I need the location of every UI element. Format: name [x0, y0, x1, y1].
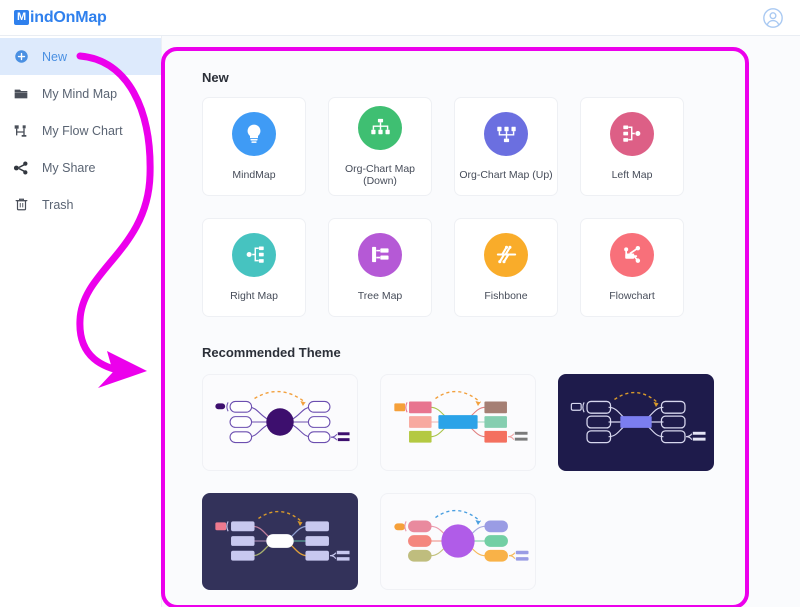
theme-card-pastel-purple[interactable] — [380, 493, 536, 590]
sidebar-item-my-mind-map[interactable]: My Mind Map — [0, 75, 161, 112]
template-card-label: Tree Map — [357, 289, 403, 302]
sidebar-item-label: My Share — [42, 160, 96, 175]
sidebar-item-label: New — [42, 49, 68, 64]
template-card-flowchart[interactable]: Flowchart — [580, 218, 684, 317]
template-card-label: Org-Chart Map (Up) — [459, 168, 553, 181]
template-card-label: MindMap — [232, 168, 276, 181]
sidebar-item-my-share[interactable]: My Share — [0, 149, 161, 186]
folder-icon — [12, 85, 30, 103]
template-card-label: Left Map — [611, 168, 653, 181]
sidebar-item-label: My Mind Map — [42, 86, 118, 101]
template-card-left-map[interactable]: Left Map — [580, 97, 684, 196]
template-card-org-chart-up[interactable]: Org-Chart Map (Up) — [454, 97, 558, 196]
sidebar-item-label: Trash — [42, 197, 74, 212]
content-area: New MindMap Org-Chart Map (Down) Org-Cha… — [162, 36, 800, 607]
template-card-grid: MindMap Org-Chart Map (Down) Org-Chart M… — [202, 97, 800, 317]
theme-card-purple-light[interactable] — [202, 374, 358, 471]
app-header: MindOnMap — [0, 0, 800, 36]
sidebar-item-label: My Flow Chart — [42, 123, 123, 138]
template-card-tree-map[interactable]: Tree Map — [328, 218, 432, 317]
recommended-theme-title: Recommended Theme — [202, 345, 341, 360]
flow-chart-icon — [12, 122, 30, 140]
theme-card-grid — [202, 374, 800, 590]
template-card-fishbone[interactable]: Fishbone — [454, 218, 558, 317]
right-map-icon — [232, 232, 276, 277]
org-chart-down-icon — [358, 105, 402, 150]
user-circle-icon[interactable] — [762, 7, 784, 29]
share-icon — [12, 159, 30, 177]
flowchart-icon — [610, 232, 654, 277]
trash-icon — [12, 196, 30, 214]
template-card-org-chart-down[interactable]: Org-Chart Map (Down) — [328, 97, 432, 196]
theme-card-dark-lavender[interactable] — [202, 493, 358, 590]
sidebar-item-trash[interactable]: Trash — [0, 186, 161, 223]
sidebar: New My Mind Map My Flow Chart My Share T… — [0, 36, 162, 607]
app-logo[interactable]: MindOnMap — [14, 9, 107, 27]
template-card-label: Org-Chart Map (Down) — [344, 162, 416, 187]
sidebar-item-my-flow-chart[interactable]: My Flow Chart — [0, 112, 161, 149]
template-card-mindmap[interactable]: MindMap — [202, 97, 306, 196]
logo-badge: M — [14, 10, 29, 25]
tree-map-icon — [358, 232, 402, 277]
app-window: MindOnMap New My Mind Map My Flow Chart … — [0, 0, 800, 607]
template-card-label: Fishbone — [484, 289, 528, 302]
lightbulb-icon — [232, 111, 276, 156]
left-map-icon — [610, 111, 654, 156]
plus-circle-icon — [12, 48, 30, 66]
theme-card-dark-blue[interactable] — [558, 374, 714, 471]
sidebar-item-new[interactable]: New — [0, 38, 161, 75]
template-card-label: Flowchart — [609, 289, 655, 302]
template-card-right-map[interactable]: Right Map — [202, 218, 306, 317]
org-chart-up-icon — [484, 111, 528, 156]
template-card-label: Right Map — [230, 289, 278, 302]
logo-text: indOnMap — [30, 8, 107, 26]
new-section-title: New — [202, 70, 229, 85]
fishbone-icon — [484, 232, 528, 277]
theme-card-colorful-light[interactable] — [380, 374, 536, 471]
